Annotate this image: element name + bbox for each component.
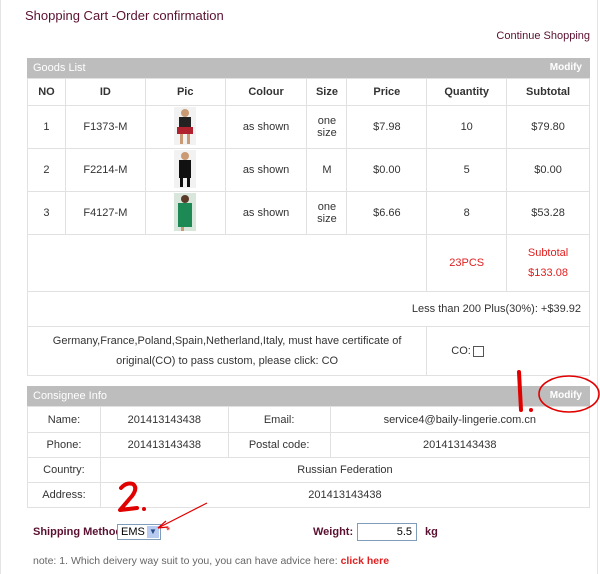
annotation-2-dot [142,507,146,511]
modify-circle-annotation [538,375,600,413]
annotation-1-stroke [517,370,523,412]
annotation-arrow-line [157,502,208,529]
annotation-arrow-head [157,520,169,529]
annotation-2-stroke [118,481,139,512]
annotation-1-dot [529,408,533,412]
annotation-layer [118,370,600,529]
